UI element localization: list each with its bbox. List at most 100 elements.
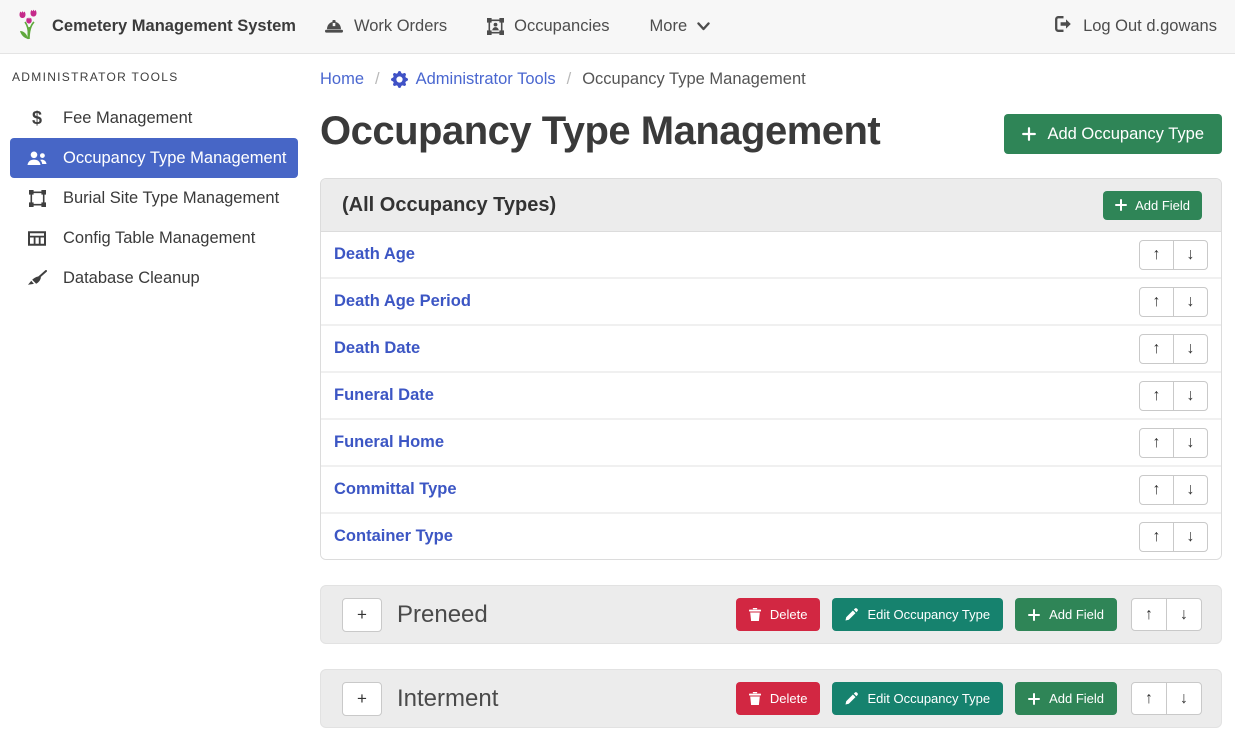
move-up-button[interactable]: ↑ xyxy=(1139,475,1174,505)
logout-icon xyxy=(1054,16,1073,37)
frame-person-icon xyxy=(487,18,504,35)
field-row: Container Type ↑ ↓ xyxy=(321,512,1221,559)
button-label: Delete xyxy=(770,607,808,622)
move-up-button[interactable]: ↑ xyxy=(1139,522,1174,552)
breadcrumb-current: Occupancy Type Management xyxy=(582,70,806,89)
tulips-logo-icon xyxy=(16,8,42,45)
sidebar-item-label: Occupancy Type Management xyxy=(63,149,287,168)
button-label: Add Occupancy Type xyxy=(1047,125,1204,144)
add-field-button[interactable]: Add Field xyxy=(1103,191,1202,220)
trash-icon xyxy=(749,692,761,705)
broom-icon xyxy=(26,270,48,286)
button-label: Edit Occupancy Type xyxy=(867,691,990,706)
edit-occupancy-type-button[interactable]: Edit Occupancy Type xyxy=(832,682,1003,715)
nav-item-occupancies[interactable]: Occupancies xyxy=(487,17,609,36)
field-link-committal-type[interactable]: Committal Type xyxy=(334,480,457,499)
field-link-death-date[interactable]: Death Date xyxy=(334,339,420,358)
move-down-button[interactable]: ↓ xyxy=(1173,287,1208,317)
move-down-button[interactable]: ↓ xyxy=(1173,240,1208,270)
arrow-up-icon: ↑ xyxy=(1145,606,1153,624)
nav-item-more[interactable]: More xyxy=(650,17,711,36)
arrow-down-icon: ↓ xyxy=(1187,481,1195,499)
move-down-button[interactable]: ↓ xyxy=(1173,428,1208,458)
arrow-up-icon: ↑ xyxy=(1145,690,1153,708)
field-link-funeral-date[interactable]: Funeral Date xyxy=(334,386,434,405)
sidebar-item-burial-site-type-management[interactable]: Burial Site Type Management xyxy=(0,178,310,218)
section-actions: Delete Edit Occupancy Type Add Field ↑ ↓ xyxy=(736,598,1202,631)
occupancy-type-section-interment: + Interment Delete Edit Occupancy Type A… xyxy=(320,669,1222,728)
sidebar-item-label: Database Cleanup xyxy=(63,269,200,288)
move-up-button[interactable]: ↑ xyxy=(1139,334,1174,364)
move-up-button[interactable]: ↑ xyxy=(1131,682,1167,715)
field-link-death-age-period[interactable]: Death Age Period xyxy=(334,292,471,311)
logout-button[interactable]: Log Out d.gowans xyxy=(1054,16,1219,37)
add-occupancy-type-button[interactable]: Add Occupancy Type xyxy=(1004,114,1222,154)
sidebar-item-database-cleanup[interactable]: Database Cleanup xyxy=(0,258,310,298)
gear-icon xyxy=(391,71,408,88)
sidebar-heading: Administrator Tools xyxy=(12,70,310,84)
move-up-button[interactable]: ↑ xyxy=(1139,428,1174,458)
app-brand[interactable]: Cemetery Management System xyxy=(16,8,296,45)
delete-button[interactable]: Delete xyxy=(736,598,821,631)
move-up-button[interactable]: ↑ xyxy=(1131,598,1167,631)
arrow-down-icon: ↓ xyxy=(1187,340,1195,358)
move-down-button[interactable]: ↓ xyxy=(1166,682,1202,715)
sidebar-item-occupancy-type-management[interactable]: Occupancy Type Management xyxy=(10,138,298,178)
move-up-button[interactable]: ↑ xyxy=(1139,240,1174,270)
field-row: Death Age ↑ ↓ xyxy=(321,232,1221,277)
sidebar-item-label: Config Table Management xyxy=(63,229,255,248)
move-down-button[interactable]: ↓ xyxy=(1173,334,1208,364)
field-row: Death Age Period ↑ ↓ xyxy=(321,277,1221,324)
reorder-controls: ↑ ↓ xyxy=(1139,428,1208,458)
section-actions: Delete Edit Occupancy Type Add Field ↑ ↓ xyxy=(736,682,1202,715)
arrow-up-icon: ↑ xyxy=(1153,481,1161,499)
button-label: Add Field xyxy=(1049,607,1104,622)
nav-item-label: More xyxy=(650,17,688,36)
expand-button[interactable]: + xyxy=(342,598,382,632)
arrow-up-icon: ↑ xyxy=(1153,293,1161,311)
move-down-button[interactable]: ↓ xyxy=(1173,522,1208,552)
move-up-button[interactable]: ↑ xyxy=(1139,381,1174,411)
field-link-death-age[interactable]: Death Age xyxy=(334,245,415,264)
move-down-button[interactable]: ↓ xyxy=(1173,475,1208,505)
top-navbar: Cemetery Management System Work Orders O… xyxy=(0,0,1235,54)
logout-label: Log Out d.gowans xyxy=(1083,17,1217,36)
move-up-button[interactable]: ↑ xyxy=(1139,287,1174,317)
edit-occupancy-type-button[interactable]: Edit Occupancy Type xyxy=(832,598,1003,631)
nav-item-label: Occupancies xyxy=(514,17,609,36)
vector-square-icon xyxy=(26,190,48,207)
arrow-up-icon: ↑ xyxy=(1153,387,1161,405)
add-field-button[interactable]: Add Field xyxy=(1015,682,1117,715)
main-content: Home / Administrator Tools / Occupancy T… xyxy=(310,54,1235,738)
all-occupancy-types-header: (All Occupancy Types) Add Field xyxy=(321,179,1221,232)
expand-button[interactable]: + xyxy=(342,682,382,716)
button-label: Edit Occupancy Type xyxy=(867,607,990,622)
dollar-icon: $ xyxy=(26,109,48,127)
field-row: Funeral Home ↑ ↓ xyxy=(321,418,1221,465)
field-row: Funeral Date ↑ ↓ xyxy=(321,371,1221,418)
move-down-button[interactable]: ↓ xyxy=(1173,381,1208,411)
sidebar-item-fee-management[interactable]: $ Fee Management xyxy=(0,98,310,138)
arrow-up-icon: ↑ xyxy=(1153,434,1161,452)
nav-item-work-orders[interactable]: Work Orders xyxy=(324,17,447,36)
delete-button[interactable]: Delete xyxy=(736,682,821,715)
reorder-controls: ↑ ↓ xyxy=(1131,598,1202,631)
nav-item-label: Work Orders xyxy=(354,17,447,36)
plus-icon xyxy=(1028,609,1040,621)
plus-icon xyxy=(1028,693,1040,705)
breadcrumb-label: Home xyxy=(320,70,364,89)
field-link-container-type[interactable]: Container Type xyxy=(334,527,453,546)
breadcrumb-separator: / xyxy=(556,70,583,89)
pencil-icon xyxy=(845,608,858,621)
move-down-button[interactable]: ↓ xyxy=(1166,598,1202,631)
add-field-button[interactable]: Add Field xyxy=(1015,598,1117,631)
users-icon xyxy=(26,151,48,166)
breadcrumb-home-link[interactable]: Home xyxy=(320,70,364,89)
field-link-funeral-home[interactable]: Funeral Home xyxy=(334,433,444,452)
arrow-down-icon: ↓ xyxy=(1187,293,1195,311)
arrow-up-icon: ↑ xyxy=(1153,528,1161,546)
arrow-up-icon: ↑ xyxy=(1153,246,1161,264)
card-title: (All Occupancy Types) xyxy=(342,194,556,217)
breadcrumb-admin-tools-link[interactable]: Administrator Tools xyxy=(391,70,556,89)
sidebar-item-config-table-management[interactable]: Config Table Management xyxy=(0,218,310,258)
